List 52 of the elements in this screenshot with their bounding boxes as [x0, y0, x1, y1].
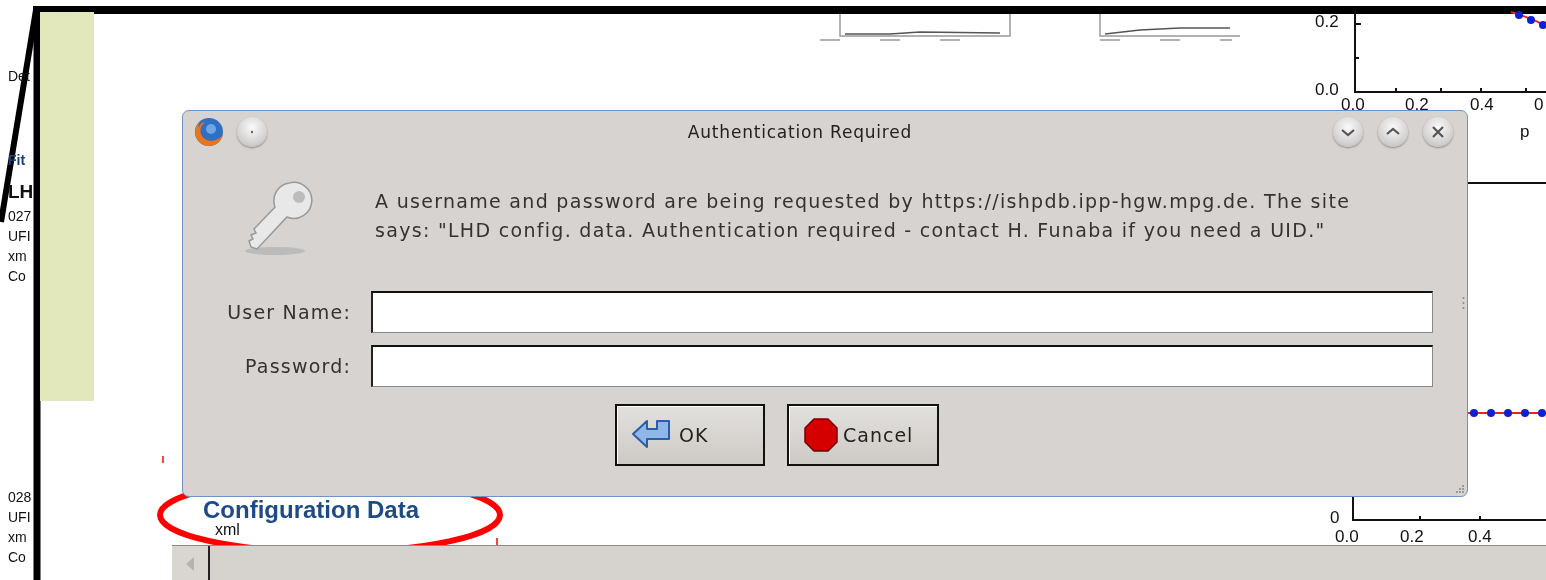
resize-grip-icon[interactable]: [1462, 296, 1465, 310]
field-label: Password:: [244, 355, 351, 377]
heading-text: LH: [8, 180, 35, 204]
chevron-up-icon: [1386, 127, 1400, 135]
section-heading: Configuration Data: [203, 498, 419, 522]
axis-tick-label: 0.4: [1468, 527, 1492, 547]
data-point: [1527, 16, 1535, 24]
axis-tick-label: 0.0: [1341, 95, 1365, 115]
axis-tick-label: 0: [1330, 508, 1340, 528]
axis-tick-label: 0.2: [1405, 95, 1429, 115]
text-line: xm: [8, 528, 28, 547]
format-label: xml: [215, 522, 240, 538]
resize-grip-icon[interactable]: [1455, 484, 1465, 494]
data-point: [1515, 11, 1523, 19]
ok-button[interactable]: OK: [615, 404, 765, 466]
text-line: Co: [8, 548, 27, 567]
input-field[interactable]: [371, 345, 1433, 387]
axis-tick-label: 0: [1534, 95, 1544, 115]
dot-icon: [250, 130, 254, 134]
axis-tick-label: 0.4: [1470, 95, 1494, 115]
data-point: [1504, 409, 1512, 417]
text-line: xm: [8, 247, 28, 266]
axis-tick-label: 0.2: [1400, 527, 1424, 547]
annotation-mark: [496, 537, 498, 546]
stop-icon: [803, 417, 839, 453]
field-label: User Name:: [226, 301, 351, 323]
data-point: [1470, 409, 1478, 417]
text-line: 028: [8, 488, 33, 507]
annotation-mark: [162, 455, 164, 464]
data-point: [1487, 409, 1495, 417]
message-text: A username and password are being requested by https://ishpdb.ipp-hgw.mpg.de. The site says: "LHD config. data. Authentication required - contact H. Funaba if you need a UID.": [375, 189, 1352, 243]
input-field[interactable]: [371, 291, 1433, 333]
minimize-button[interactable]: [1333, 117, 1363, 147]
axis-label: p: [1520, 122, 1530, 142]
text-line: UFI: [8, 227, 32, 246]
cancel-button[interactable]: Cancel: [787, 404, 939, 466]
window-title: Authentication Required: [686, 122, 914, 142]
axis-tick-label: 0.0: [1335, 527, 1359, 547]
text-line: UFI: [8, 508, 32, 527]
axis-tick-label: 0.2: [1315, 12, 1339, 32]
data-point: [1521, 409, 1529, 417]
axis-tick-label: 0.0: [1315, 80, 1339, 100]
close-icon: [1431, 125, 1445, 139]
close-button[interactable]: [1423, 117, 1453, 147]
text-line: Co: [8, 267, 27, 286]
data-point: [1538, 409, 1546, 417]
maximize-button[interactable]: [1378, 117, 1408, 147]
data-point: [1539, 21, 1546, 29]
browser-logo-icon: [193, 116, 225, 148]
chevron-down-icon: [1341, 129, 1355, 137]
text-line: 027: [8, 207, 33, 226]
horizontal-scrollbar[interactable]: [172, 545, 1546, 580]
